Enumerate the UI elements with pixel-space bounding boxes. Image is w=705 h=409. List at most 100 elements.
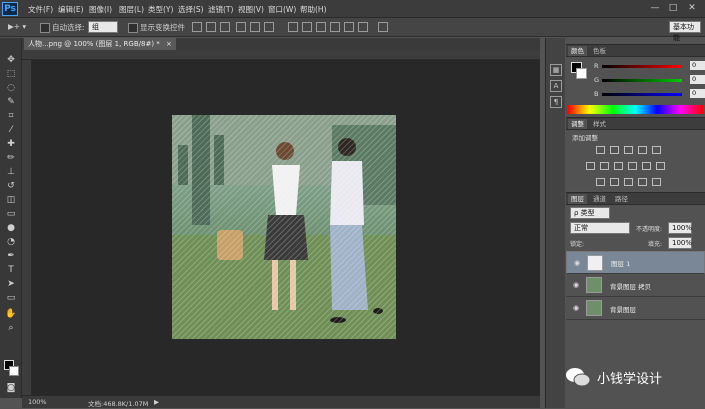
align-right-icon[interactable]: [264, 22, 274, 32]
blur-tool-icon[interactable]: ●: [3, 222, 19, 235]
menu-select[interactable]: 选择(S): [178, 4, 204, 15]
menu-filter[interactable]: 滤镜(T): [208, 4, 233, 15]
tab-swatches[interactable]: 色板: [590, 46, 609, 56]
posterize-adjust-icon[interactable]: [610, 178, 619, 186]
menu-type[interactable]: 类型(Y): [148, 4, 173, 15]
layer-visibility-eye-icon[interactable]: ◉: [572, 259, 582, 267]
workspace-dropdown[interactable]: 基本功能: [669, 21, 701, 42]
quick-mask-icon[interactable]: ◙: [3, 382, 19, 395]
menu-help[interactable]: 帮助(H): [300, 4, 327, 15]
tab-adjustments[interactable]: 调整: [568, 119, 587, 129]
green-value-field[interactable]: 0: [690, 75, 705, 84]
document-image[interactable]: [172, 115, 396, 339]
minimize-button[interactable]: —: [648, 3, 662, 14]
marquee-tool-icon[interactable]: ⬚: [3, 68, 19, 81]
green-slider-track[interactable]: [602, 79, 682, 82]
eraser-tool-icon[interactable]: ◫: [3, 194, 19, 207]
hue-saturation-adjust-icon[interactable]: [586, 162, 595, 170]
layer-row-2[interactable]: ◉ 背景图层 拷贝: [566, 274, 705, 297]
layer-name[interactable]: 图层 1: [611, 259, 630, 270]
path-select-tool-icon[interactable]: ➤: [3, 278, 19, 291]
distribute-hcenter-icon[interactable]: [344, 22, 354, 32]
history-panel-icon[interactable]: ▦: [550, 64, 562, 76]
show-transform-checkbox[interactable]: [128, 23, 138, 33]
close-window-button[interactable]: ✕: [685, 3, 699, 14]
zoom-tool-icon[interactable]: ⌕: [3, 322, 19, 335]
auto-align-icon[interactable]: [378, 22, 388, 32]
layer-visibility-eye-icon[interactable]: ◉: [571, 281, 581, 289]
fill-field[interactable]: 100%: [668, 237, 692, 249]
red-slider[interactable]: R 0: [594, 61, 705, 71]
brush-tool-icon[interactable]: ✏: [3, 152, 19, 165]
align-hcenter-icon[interactable]: [250, 22, 260, 32]
vibrance-adjust-icon[interactable]: [652, 146, 661, 154]
type-tool-icon[interactable]: T: [3, 264, 19, 277]
quick-select-tool-icon[interactable]: ✎: [3, 96, 19, 109]
layer-row-1[interactable]: ◉ 图层 1: [566, 251, 705, 274]
distribute-bottom-icon[interactable]: [316, 22, 326, 32]
align-vcenter-icon[interactable]: [206, 22, 216, 32]
tab-styles[interactable]: 样式: [590, 119, 609, 129]
history-brush-tool-icon[interactable]: ↺: [3, 180, 19, 193]
layer-filter-dropdown[interactable]: ρ 类型: [570, 207, 610, 219]
gradient-map-adjust-icon[interactable]: [652, 178, 661, 186]
menu-window[interactable]: 窗口(W): [268, 4, 296, 15]
layer-row-3[interactable]: ◉ 背景图层: [566, 297, 705, 320]
levels-adjust-icon[interactable]: [610, 146, 619, 154]
threshold-adjust-icon[interactable]: [624, 178, 633, 186]
align-top-icon[interactable]: [192, 22, 202, 32]
gradient-tool-icon[interactable]: ▭: [3, 208, 19, 221]
photo-filter-adjust-icon[interactable]: [628, 162, 637, 170]
move-tool-preset-icon[interactable]: ▶+ ▾: [8, 22, 26, 31]
exposure-adjust-icon[interactable]: [638, 146, 647, 154]
selective-color-adjust-icon[interactable]: [638, 178, 647, 186]
channel-mixer-adjust-icon[interactable]: [642, 162, 651, 170]
background-color-swatch[interactable]: [9, 366, 19, 376]
red-slider-track[interactable]: [602, 65, 682, 68]
black-white-adjust-icon[interactable]: [614, 162, 623, 170]
color-background-swatch[interactable]: [576, 68, 587, 79]
move-tool-icon[interactable]: ✥: [3, 54, 19, 67]
shape-tool-icon[interactable]: ▭: [3, 292, 19, 305]
lasso-tool-icon[interactable]: ◌: [3, 82, 19, 95]
distribute-vcenter-icon[interactable]: [302, 22, 312, 32]
tab-layers[interactable]: 图层: [568, 194, 587, 204]
distribute-top-icon[interactable]: [288, 22, 298, 32]
status-menu-arrow-icon[interactable]: ▶: [154, 398, 159, 406]
menu-layer[interactable]: 图层(L): [119, 4, 144, 15]
eyedropper-tool-icon[interactable]: ⁄: [3, 124, 19, 137]
color-balance-adjust-icon[interactable]: [600, 162, 609, 170]
color-lookup-adjust-icon[interactable]: [656, 162, 665, 170]
tab-channels[interactable]: 通道: [590, 194, 609, 204]
paragraph-panel-icon[interactable]: ¶: [550, 96, 562, 108]
blue-value-field[interactable]: 0: [690, 89, 705, 98]
distribute-left-icon[interactable]: [330, 22, 340, 32]
color-spectrum-bar[interactable]: [568, 105, 703, 114]
close-tab-icon[interactable]: ×: [166, 40, 172, 48]
menu-view[interactable]: 视图(V): [238, 4, 264, 15]
blue-slider[interactable]: B 0: [594, 89, 705, 99]
menu-file[interactable]: 文件(F): [28, 4, 53, 15]
restore-button[interactable]: □: [666, 3, 680, 14]
invert-adjust-icon[interactable]: [596, 178, 605, 186]
auto-select-checkbox[interactable]: [40, 23, 50, 33]
dodge-tool-icon[interactable]: ◔: [3, 236, 19, 249]
menu-edit[interactable]: 编辑(E): [58, 4, 84, 15]
red-value-field[interactable]: 0: [690, 61, 705, 70]
align-left-icon[interactable]: [236, 22, 246, 32]
green-slider[interactable]: G 0: [594, 75, 705, 85]
align-bottom-icon[interactable]: [220, 22, 230, 32]
tab-paths[interactable]: 路径: [612, 194, 631, 204]
pen-tool-icon[interactable]: ✒: [3, 250, 19, 263]
crop-tool-icon[interactable]: ⌗: [3, 110, 19, 123]
tab-color[interactable]: 颜色: [568, 46, 587, 56]
character-panel-icon[interactable]: A: [550, 80, 562, 92]
clone-stamp-tool-icon[interactable]: ⊥: [3, 166, 19, 179]
blue-slider-track[interactable]: [602, 93, 682, 96]
hand-tool-icon[interactable]: ✋: [3, 308, 19, 321]
layer-name[interactable]: 背景图层: [610, 304, 636, 314]
blend-mode-dropdown[interactable]: 正常: [570, 222, 630, 234]
document-tab[interactable]: 人物...png @ 100% (图层 1, RGB/8#) * ×: [24, 38, 176, 50]
layer-name[interactable]: 背景图层 拷贝: [610, 281, 651, 291]
curves-adjust-icon[interactable]: [624, 146, 633, 154]
